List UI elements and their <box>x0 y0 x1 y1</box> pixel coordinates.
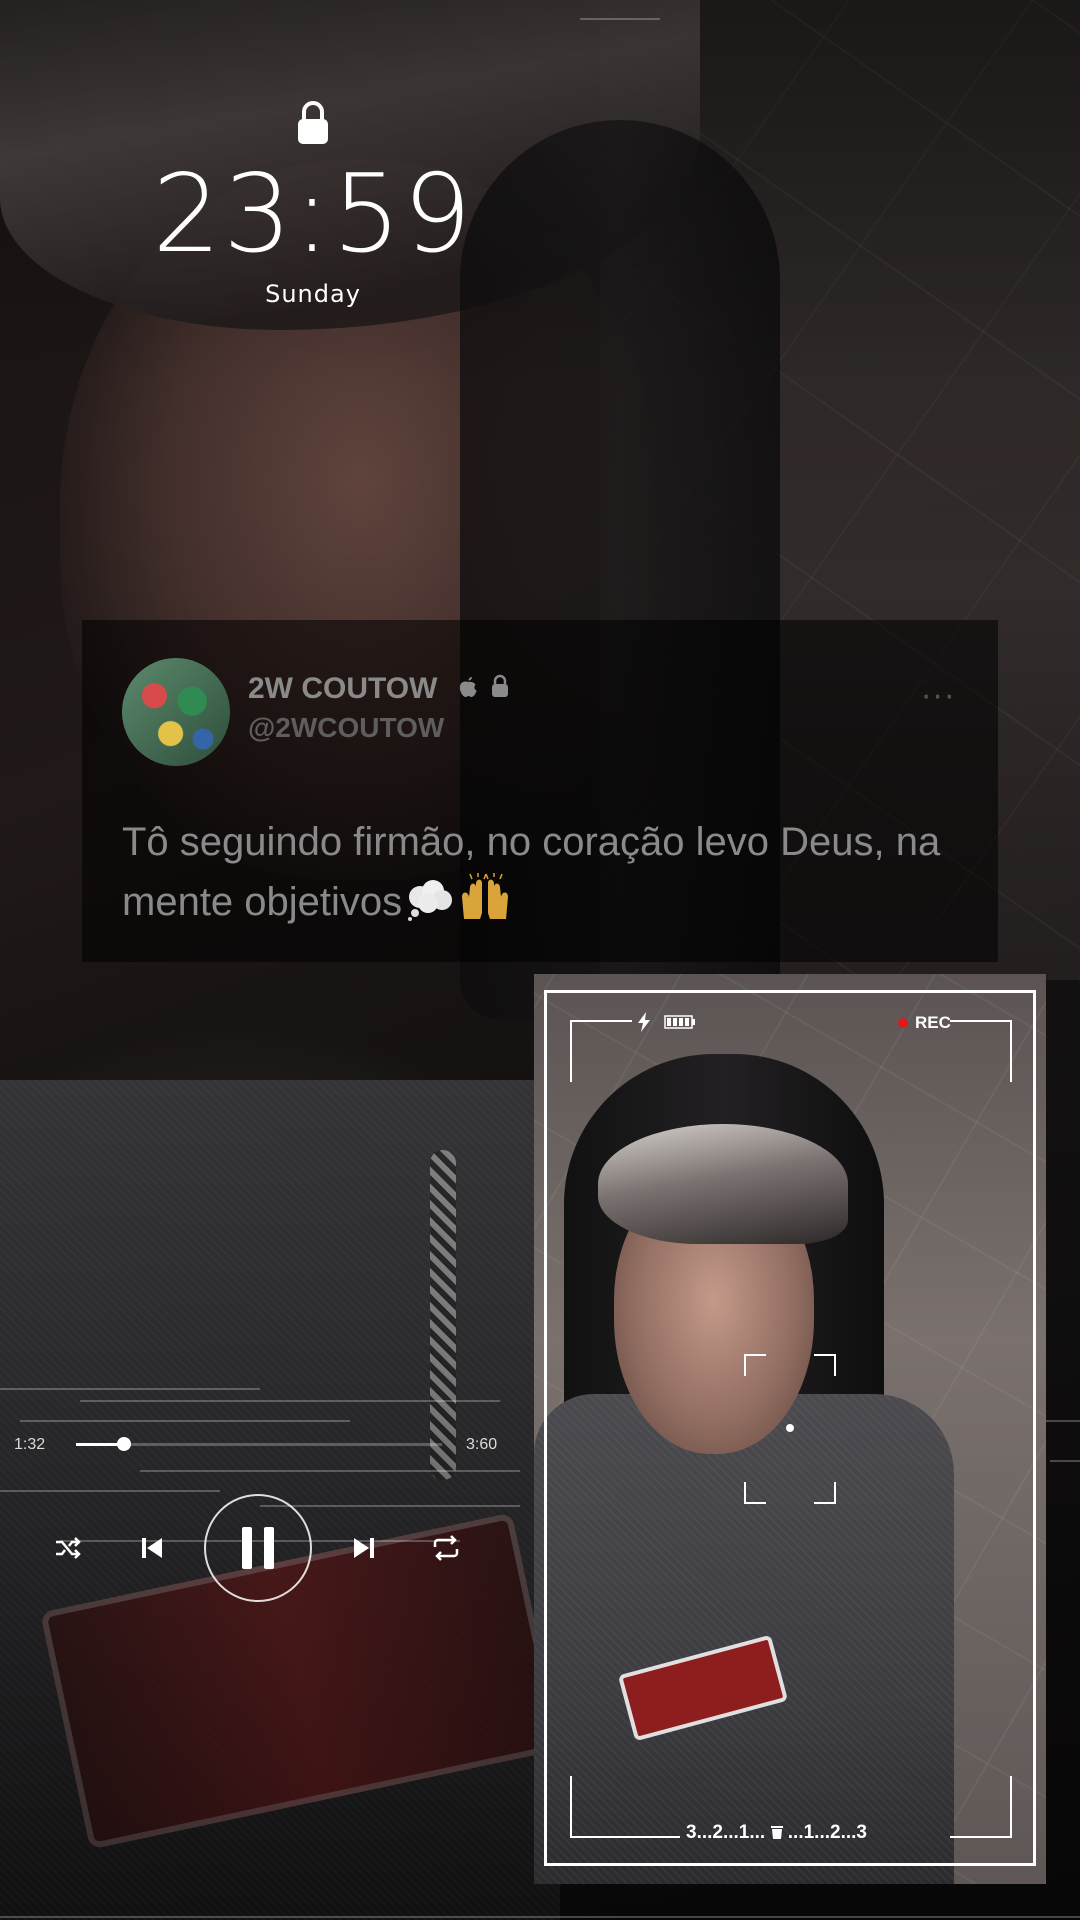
lock-icon <box>298 101 328 144</box>
raising-hands-icon <box>462 873 509 919</box>
tweet-text: Tô seguindo firmão, no coração levo Deus… <box>122 812 942 932</box>
pause-icon <box>242 1527 274 1569</box>
tweet-display-name: 2W COUTOW <box>248 672 438 705</box>
flash-icon <box>638 1012 650 1032</box>
countdown-before: 3...2...1... <box>686 1822 766 1843</box>
viewfinder-line <box>950 1836 1010 1838</box>
repeat-icon <box>433 1535 459 1561</box>
battery-icon <box>664 1015 695 1029</box>
next-icon <box>354 1538 374 1558</box>
tweet-card[interactable]: 2W COUTOW @2WCOUTOW ··· Tô seguindo firm… <box>82 620 998 962</box>
viewfinder-line <box>570 1836 680 1838</box>
previous-icon <box>142 1538 162 1558</box>
lock-icon <box>492 674 508 697</box>
viewfinder-corner <box>950 1776 1012 1838</box>
lock-screen: 23:59 Sunday 2W COUTOW @2WCOUTOW ··· Tô … <box>0 0 1080 1920</box>
elapsed-time: 1:32 <box>14 1436 46 1453</box>
next-button[interactable] <box>346 1530 382 1566</box>
more-options-icon[interactable]: ··· <box>921 680 956 715</box>
glitch-line <box>580 18 660 20</box>
shuffle-icon <box>56 1537 81 1559</box>
glitch-line <box>0 1916 1080 1918</box>
seek-bar-knob[interactable] <box>116 1437 131 1451</box>
clock-time: 23:59 <box>152 152 474 277</box>
tweet-handle: @2WCOUTOW <box>248 712 445 743</box>
pause-button[interactable] <box>204 1494 312 1602</box>
glitch-line <box>1044 1420 1080 1422</box>
rec-label: REC <box>915 1013 951 1032</box>
viewfinder-corner <box>570 1776 632 1838</box>
repeat-button[interactable] <box>428 1530 464 1566</box>
music-player: 1:32 3:60 <box>0 1380 520 1620</box>
rec-dot-icon <box>898 1018 908 1028</box>
countdown: 3...2...1... ...1...2...3 <box>686 1822 867 1844</box>
apple-icon <box>459 677 477 697</box>
shuffle-button[interactable] <box>50 1530 86 1566</box>
viewfinder-corner <box>950 1020 1012 1082</box>
seek-bar[interactable] <box>76 1437 442 1451</box>
previous-button[interactable] <box>134 1530 170 1566</box>
countdown-after: ...1...2...3 <box>787 1822 867 1843</box>
glitch-line <box>1050 1460 1080 1462</box>
focus-dot <box>786 1424 794 1432</box>
total-duration: 3:60 <box>466 1436 498 1453</box>
tweet-body: Tô seguindo firmão, no coração levo Deus… <box>122 820 941 924</box>
viewfinder-corner <box>570 1020 632 1082</box>
clock-weekday: Sunday <box>265 280 361 308</box>
tweet-badges <box>458 674 510 698</box>
tweet-avatar[interactable] <box>122 658 230 766</box>
trash-icon <box>770 1826 783 1839</box>
thought-balloon-icon <box>408 880 453 921</box>
